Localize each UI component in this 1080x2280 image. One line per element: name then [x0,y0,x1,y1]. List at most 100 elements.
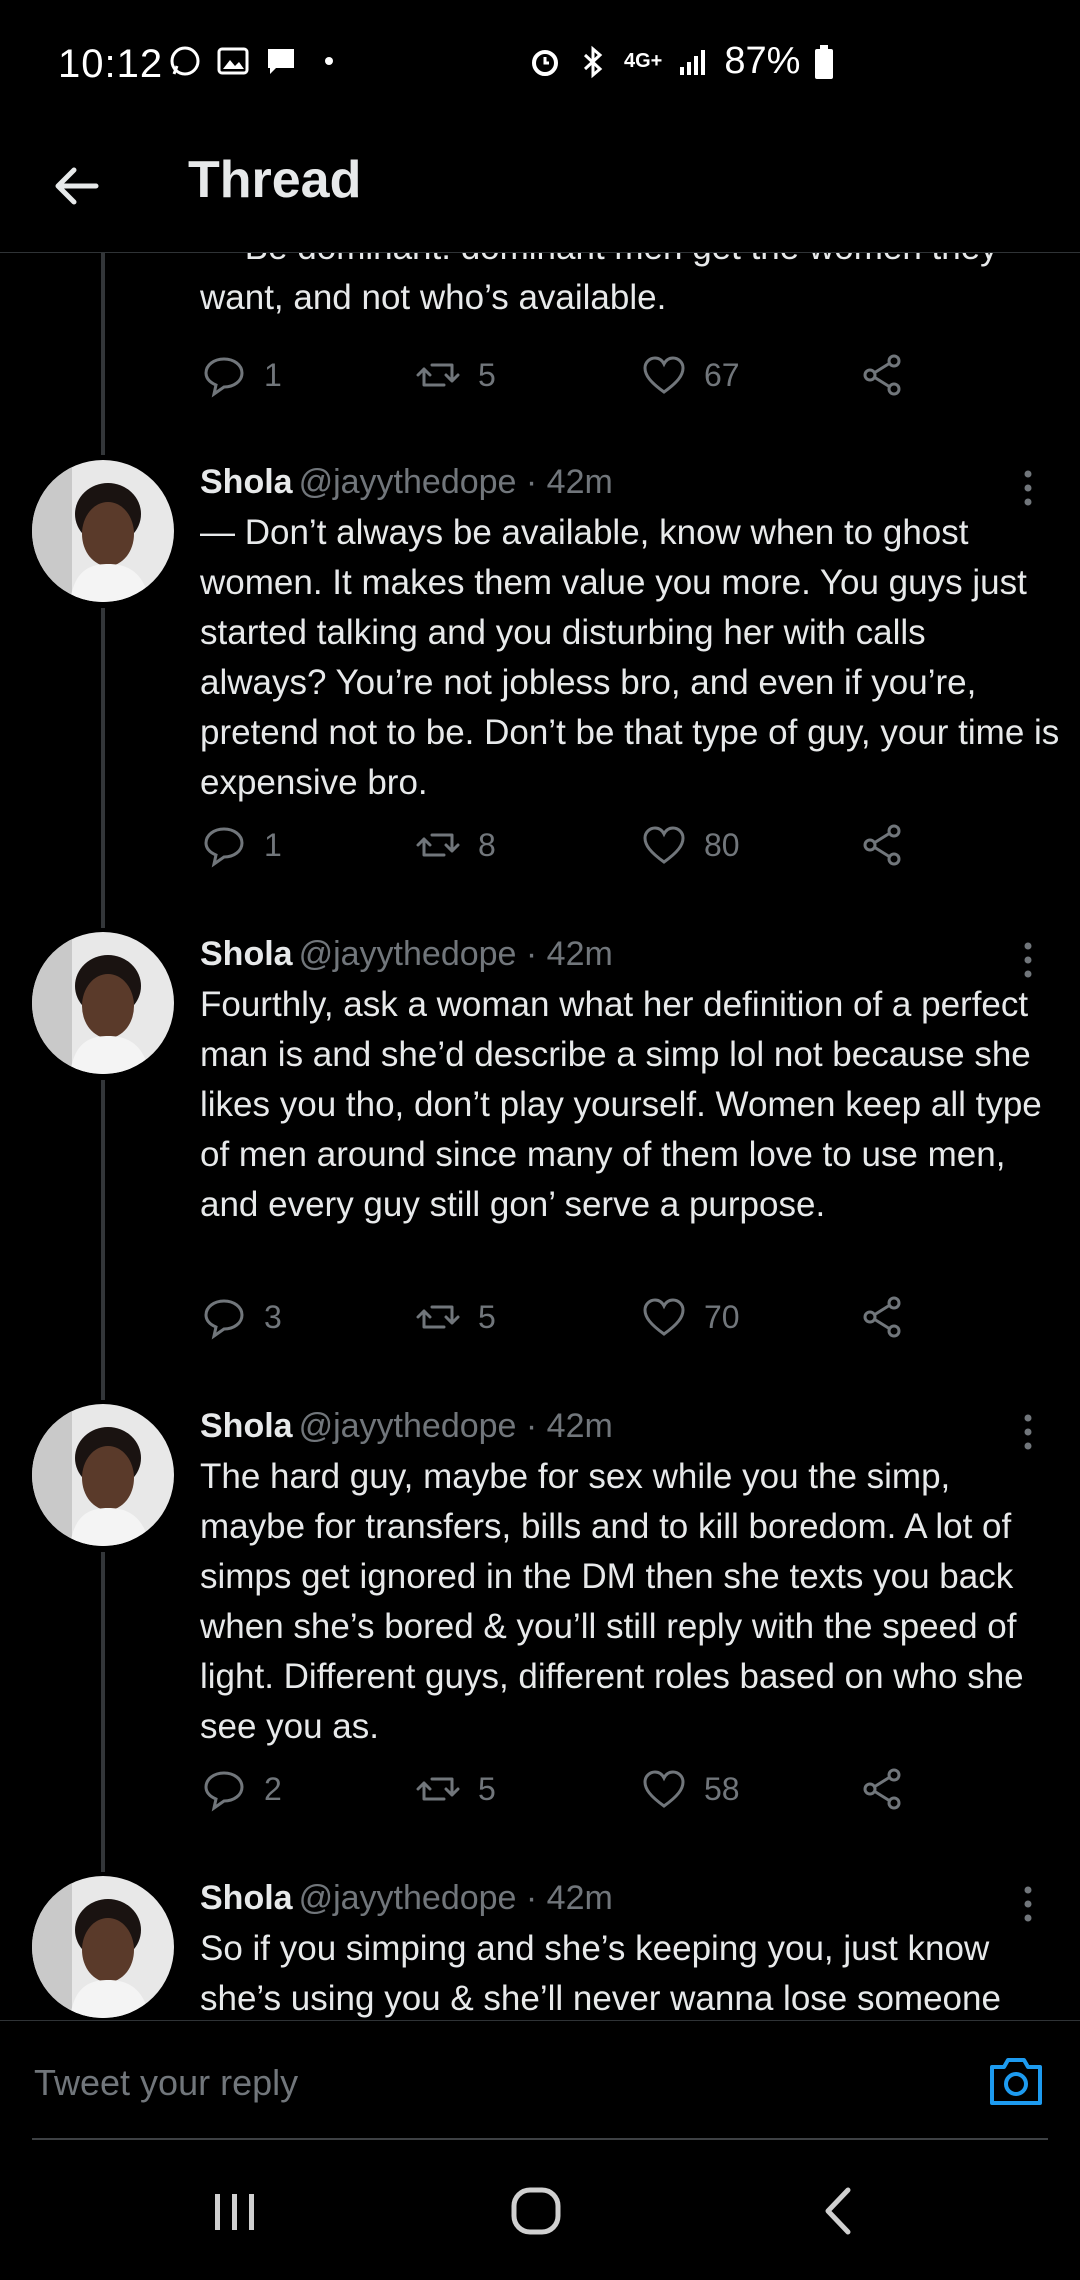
profile-photo [32,932,174,1074]
tweet[interactable]: Shola @jayythedope · 42m Fourthly, ask a … [0,932,1080,1402]
heart-icon [643,1770,685,1808]
like-button[interactable]: 70 [640,1293,740,1341]
status-bar: 10:12 4G+ 87% [0,0,1080,120]
whatsapp-icon [170,46,200,76]
reply-input[interactable] [32,2055,976,2111]
bluetooth-icon [583,45,603,78]
back-nav-icon[interactable] [800,2178,880,2244]
tweet-actions: 3 5 70 [200,1293,920,1353]
like-button[interactable]: 58 [640,1765,740,1813]
retweet-button[interactable]: 5 [414,1293,496,1341]
network-type: 4G+ [624,50,663,72]
retweet-button[interactable]: 8 [414,821,496,869]
status-system-icons: 4G+ 87% [528,40,834,83]
tweet-actions: 1 5 67 [200,351,920,411]
retweet-count: 5 [478,1298,496,1335]
author-name[interactable]: Shola [200,1879,293,1917]
tweet-text: — Don’t always be available, know when t… [200,513,1060,802]
avatar[interactable] [32,460,174,602]
share-button[interactable] [858,1765,906,1813]
more-options-icon[interactable] [1010,468,1046,508]
author-name[interactable]: Shola [200,1407,293,1445]
reply-count: 3 [264,1298,282,1335]
retweet-count: 5 [478,356,496,393]
tweet-actions: 1 8 80 [200,821,920,881]
header: Thread [0,120,1080,253]
retweet-icon [416,363,460,387]
retweet-count: 8 [478,826,496,863]
status-time: 10:12 [58,42,164,86]
tweet-text: The hard guy, maybe for sex while you th… [200,1457,1024,1746]
profile-photo [32,460,174,602]
tweet-text: So if you simping and she’s keeping you,… [200,1929,1001,2018]
reply-button[interactable]: 1 [200,351,282,399]
system-nav-bar [0,2142,1080,2280]
tweet[interactable]: Shola @jayythedope · 42m The hard guy, ma… [0,1404,1080,1874]
author-handle: @jayythedope · 42m [298,463,613,501]
share-icon [863,1296,901,1338]
reply-icon [204,827,244,868]
battery-icon [815,44,834,79]
reply-icon [204,357,244,398]
author-name[interactable]: Shola [200,935,293,973]
author-handle: @jayythedope · 42m [298,1407,613,1445]
like-button[interactable]: 67 [640,351,740,399]
alarm-icon [532,49,558,76]
author-handle: @jayythedope · 42m [298,1879,613,1917]
more-options-icon[interactable] [1010,1884,1046,1924]
like-count: 67 [704,356,740,393]
avatar[interactable] [32,1876,174,2018]
tweet[interactable]: Shola @jayythedope · 42m So if you simpin… [0,1876,1080,2020]
back-arrow-icon[interactable] [40,150,112,222]
like-button[interactable]: 80 [640,821,740,869]
share-button[interactable] [858,351,906,399]
dot-icon [325,57,333,65]
page-title: Thread [188,151,362,209]
profile-photo [32,1876,174,2018]
signal-icon [680,49,706,75]
tweet-text: — Be dominant: dominant men get the wome… [200,253,998,317]
share-icon [863,354,901,396]
profile-photo [32,1404,174,1546]
reply-count: 1 [264,356,282,393]
status-notification-icons [168,44,346,78]
share-button[interactable] [858,821,906,869]
author-handle: @jayythedope · 42m [298,935,613,973]
recent-apps-icon[interactable] [195,2178,275,2244]
like-count: 70 [704,1298,740,1335]
share-button[interactable] [858,1293,906,1341]
battery-percent: 87% [724,40,801,82]
retweet-icon [416,833,460,857]
retweet-icon [416,1777,460,1801]
retweet-button[interactable]: 5 [414,1765,496,1813]
more-options-icon[interactable] [1010,1412,1046,1452]
more-options-icon[interactable] [1010,940,1046,980]
thread-feed[interactable]: — Be dominant: dominant men get the wome… [0,253,1080,2020]
reply-count: 1 [264,826,282,863]
tweet[interactable]: Shola @jayythedope · 42m — Don’t always b… [0,460,1080,930]
tweet-actions: 2 5 58 [200,1765,920,1825]
author-name[interactable]: Shola [200,463,293,501]
avatar[interactable] [32,1404,174,1546]
message-icon [268,49,294,74]
retweet-button[interactable]: 5 [414,351,496,399]
heart-icon [643,356,685,394]
retweet-count: 5 [478,1770,496,1807]
home-icon[interactable] [496,2178,576,2244]
heart-icon [643,1298,685,1336]
like-count: 58 [704,1770,740,1807]
avatar[interactable] [32,932,174,1074]
gallery-icon [217,47,249,75]
thread-connector-line [101,253,105,455]
camera-icon[interactable] [986,2053,1046,2109]
like-count: 80 [704,826,740,863]
reply-button[interactable]: 3 [200,1293,282,1341]
reply-bar [0,2020,1080,2141]
reply-button[interactable]: 1 [200,821,282,869]
reply-divider [32,2138,1048,2140]
heart-icon [643,826,685,864]
reply-icon [204,1771,244,1812]
reply-button[interactable]: 2 [200,1765,282,1813]
tweet-text: Fourthly, ask a woman what her definitio… [200,985,1042,1224]
reply-count: 2 [264,1770,282,1807]
